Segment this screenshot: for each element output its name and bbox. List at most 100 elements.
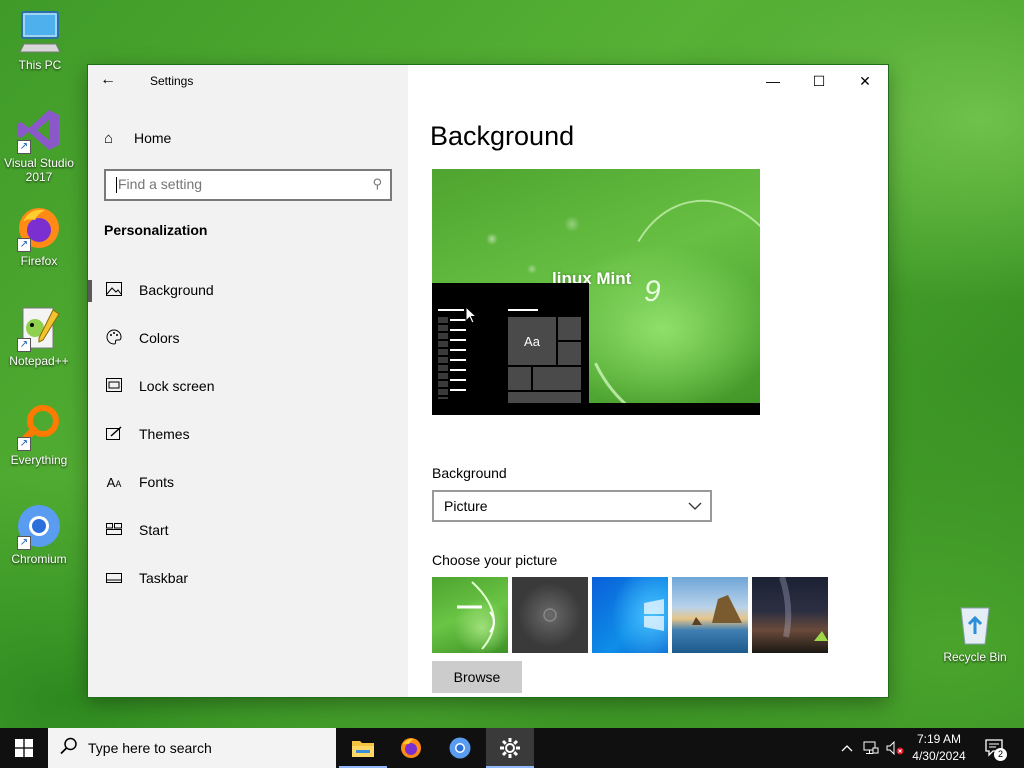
sidebar-item-lock-screen[interactable]: Lock screen xyxy=(88,366,408,406)
thumbnail-emblem xyxy=(543,608,557,622)
show-hidden-icons-button[interactable] xyxy=(838,728,856,768)
preview-tile xyxy=(533,367,581,390)
network-tray-button[interactable] xyxy=(861,728,881,768)
taskbar-search-placeholder: Type here to search xyxy=(88,740,212,756)
sidebar-item-label: Start xyxy=(139,522,169,538)
choose-picture-label: Choose your picture xyxy=(432,552,558,568)
close-icon: ✕ xyxy=(859,72,871,89)
preview-tile-aa: Aa xyxy=(508,317,556,365)
browse-button[interactable]: Browse xyxy=(432,661,522,693)
search-placeholder: Find a setting xyxy=(118,176,203,192)
preview-menu-line xyxy=(450,319,466,321)
back-button[interactable]: ← xyxy=(100,71,124,91)
picture-thumbnail-windows-blue[interactable] xyxy=(592,577,668,653)
start-button[interactable] xyxy=(0,728,48,768)
picture-thumbnail-dark-grey[interactable] xyxy=(512,577,588,653)
home-label: Home xyxy=(134,130,172,146)
preview-menu-line xyxy=(450,329,466,331)
search-icon: ⚲ xyxy=(372,176,382,191)
taskbar-app-chromium[interactable] xyxy=(436,728,484,768)
desktop-icon-firefox[interactable]: ↗ Firefox xyxy=(0,204,79,268)
taskbar-app-file-explorer[interactable] xyxy=(339,728,387,768)
desktop-icon-label: Visual Studio 2017 xyxy=(4,156,74,184)
desktop-icon-visual-studio[interactable]: ↗ Visual Studio 2017 xyxy=(0,106,79,184)
sidebar-item-label: Colors xyxy=(139,330,180,346)
mouse-cursor-icon xyxy=(465,306,477,324)
background-type-dropdown[interactable]: Picture xyxy=(432,490,712,522)
clock-date: 4/30/2024 xyxy=(912,749,966,763)
picture-icon xyxy=(104,281,124,299)
sidebar-item-fonts[interactable]: AA Fonts xyxy=(88,462,408,502)
action-center-button[interactable]: 2 xyxy=(980,728,1010,768)
visual-studio-icon: ↗ xyxy=(15,106,63,154)
search-icon xyxy=(60,737,82,760)
preview-menu-line xyxy=(450,359,466,361)
settings-sidebar: ← Settings ⌂ Home Find a setting ⚲ Perso… xyxy=(88,65,408,697)
background-type-label: Background xyxy=(432,465,507,481)
preview-taskbar xyxy=(432,403,760,415)
preview-menu-line xyxy=(508,309,538,311)
desktop-icon-recycle-bin[interactable]: Recycle Bin xyxy=(935,600,1015,664)
sidebar-item-label: Background xyxy=(139,282,214,298)
thumbnail-tent xyxy=(779,576,828,641)
clock-time: 7:19 AM xyxy=(916,732,962,746)
desktop-icon-notepad-plus-plus[interactable]: ↗ Notepad++ xyxy=(0,304,79,368)
thumbnail-windows-logo xyxy=(644,599,664,631)
minimize-button[interactable]: — xyxy=(750,65,796,97)
taskbar-clock[interactable]: 7:19 AM 4/30/2024 xyxy=(908,731,970,765)
shortcut-arrow-icon: ↗ xyxy=(17,338,31,352)
sidebar-item-background[interactable]: Background xyxy=(88,270,408,310)
chevron-down-icon xyxy=(688,496,702,519)
picture-thumbnail-night-sky-tent[interactable] xyxy=(752,576,828,653)
taskbar-search-box[interactable]: Type here to search xyxy=(48,728,336,768)
recycle-bin-icon xyxy=(951,600,999,648)
taskbar-icon xyxy=(104,570,124,586)
firefox-icon: ↗ xyxy=(15,204,63,252)
start-tiles-icon xyxy=(104,522,124,538)
desktop-icon-label: Chromium xyxy=(11,552,67,566)
taskbar-app-firefox[interactable] xyxy=(387,728,435,768)
sidebar-item-themes[interactable]: Themes xyxy=(88,414,408,454)
desktop-icon-chromium[interactable]: ↗ Chromium xyxy=(0,502,79,566)
desktop-icon-label: Firefox xyxy=(20,254,58,268)
find-setting-search-input[interactable]: Find a setting ⚲ xyxy=(104,169,392,201)
home-link[interactable]: ⌂ Home xyxy=(104,127,171,149)
preview-menu-line xyxy=(450,379,466,381)
back-arrow-icon: ← xyxy=(100,71,116,88)
file-explorer-icon xyxy=(352,741,374,757)
picture-thumbnail-beach-rocks[interactable] xyxy=(672,577,748,653)
window-title: Settings xyxy=(150,74,194,88)
desktop-icon-label: Everything xyxy=(10,453,68,467)
firefox-icon xyxy=(401,738,421,758)
windows-logo-icon xyxy=(15,739,33,757)
lock-screen-icon xyxy=(104,377,124,395)
shortcut-arrow-icon: ↗ xyxy=(17,238,31,252)
settings-gear-icon xyxy=(500,738,520,758)
minimize-icon: — xyxy=(766,73,780,89)
preview-tile xyxy=(558,342,581,365)
sidebar-item-start[interactable]: Start xyxy=(88,510,408,550)
desktop-icon-this-pc[interactable]: This PC xyxy=(0,8,80,72)
page-title: Background xyxy=(430,121,575,151)
desktop-icon-label: This PC xyxy=(18,58,62,72)
fonts-icon: AA xyxy=(106,474,122,490)
sidebar-item-colors[interactable]: Colors xyxy=(88,318,408,358)
desktop-icon-everything[interactable]: ↗ Everything xyxy=(0,403,79,467)
dropdown-selected-value: Picture xyxy=(444,498,488,514)
background-preview: linux Mint 9 Aa xyxy=(432,169,760,415)
preview-tile xyxy=(558,317,581,340)
maximize-button[interactable]: ☐ xyxy=(796,65,842,97)
everything-search-icon: ↗ xyxy=(15,403,63,451)
monitor-icon xyxy=(16,8,64,56)
close-button[interactable]: ✕ xyxy=(842,65,888,97)
taskbar-app-settings[interactable] xyxy=(486,728,534,768)
preview-menu-column xyxy=(438,317,448,399)
desktop-icon-label: Recycle Bin xyxy=(943,650,1007,664)
chromium-icon: ↗ xyxy=(15,502,63,550)
shortcut-arrow-icon: ↗ xyxy=(17,536,31,550)
volume-tray-button[interactable] xyxy=(884,728,906,768)
volume-muted-icon xyxy=(886,741,904,755)
preview-start-menu: Aa xyxy=(432,283,589,404)
picture-thumbnail-linux-mint[interactable] xyxy=(432,577,508,653)
sidebar-item-taskbar[interactable]: Taskbar xyxy=(88,558,408,598)
